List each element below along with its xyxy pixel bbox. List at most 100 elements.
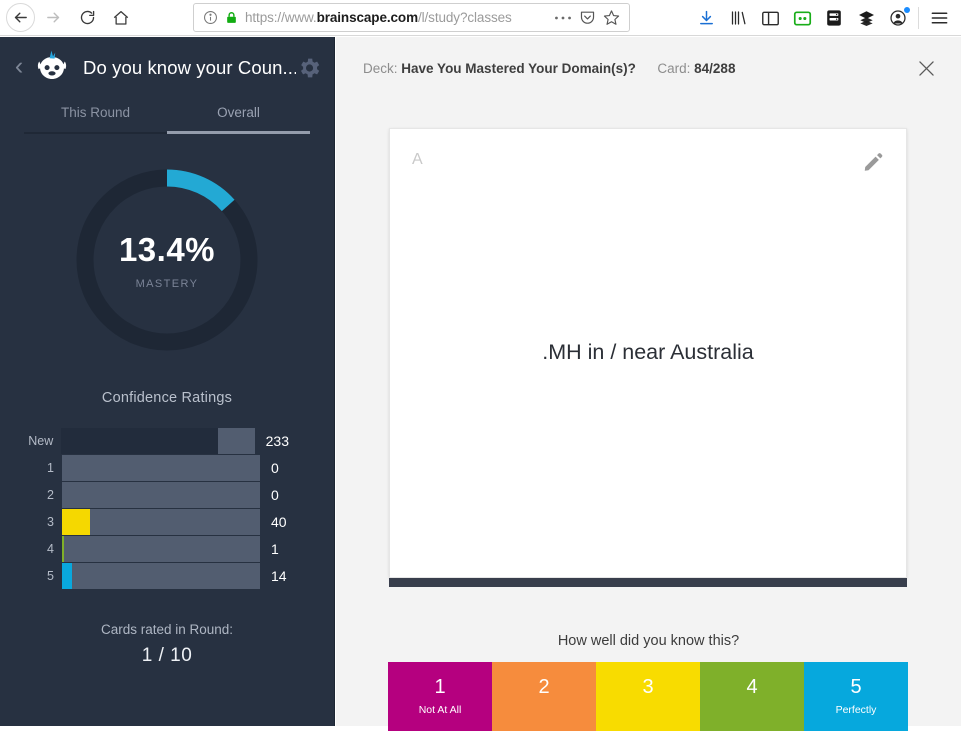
deck-info: Deck: Have You Mastered Your Domain(s)? …	[363, 61, 913, 76]
gear-icon[interactable]	[296, 55, 322, 81]
card-position: 84/288	[694, 61, 736, 76]
forward-button[interactable]	[37, 3, 69, 33]
rating-button-3[interactable]: 3	[596, 662, 700, 731]
tab-overall[interactable]: Overall	[167, 105, 310, 134]
confidence-row-bar-fill	[62, 563, 72, 589]
flashcard[interactable]: A .MH in / near Australia	[389, 128, 907, 578]
tab-this-round[interactable]: This Round	[24, 105, 167, 134]
sidebar-icon[interactable]	[754, 3, 786, 33]
flashcard-stack-base	[389, 578, 907, 587]
rating-button-4[interactable]: 4	[700, 662, 804, 731]
rating-button-5[interactable]: 5 Perfectly	[804, 662, 908, 731]
confidence-row: 41	[22, 536, 289, 562]
confidence-row-label: 3	[47, 515, 54, 529]
account-notification-dot	[904, 7, 910, 13]
back-arrow-icon	[14, 12, 27, 23]
download-icon[interactable]	[690, 3, 722, 33]
home-icon	[113, 10, 129, 25]
confidence-row-bar	[62, 455, 260, 481]
account-icon[interactable]	[882, 3, 914, 33]
sidebar-header: ‹ Do you know your Coun...	[0, 37, 334, 99]
home-button[interactable]	[105, 3, 137, 33]
reload-button[interactable]	[71, 3, 103, 33]
study-main-panel: Deck: Have You Mastered Your Domain(s)? …	[336, 37, 961, 731]
cards-rated-section: Cards rated in Round: 1 / 10	[0, 622, 334, 667]
rating-prompt: How well did you know this?	[557, 633, 740, 649]
confidence-row: 3 40	[22, 509, 289, 535]
study-header: Deck: Have You Mastered Your Domain(s)? …	[336, 37, 961, 100]
mastery-percent: 13.4%	[118, 230, 216, 268]
rating-button-number: 5	[850, 676, 862, 698]
mastery-center-label: 13.4% MASTERY	[69, 162, 265, 358]
sidebar-back-button[interactable]: ‹	[6, 54, 32, 79]
brainscape-logo-icon	[32, 48, 72, 88]
confidence-row-bar	[61, 428, 255, 454]
close-icon[interactable]	[913, 56, 939, 82]
confidence-row-value: 0	[271, 487, 279, 503]
confidence-row-value: 0	[271, 460, 279, 476]
confidence-row-bar-fill	[61, 428, 218, 454]
class-title: Do you know your Coun...	[83, 57, 296, 78]
deck-name: Have You Mastered Your Domain(s)?	[401, 61, 636, 76]
ellipsis-icon[interactable]	[554, 15, 572, 21]
rating-button-2[interactable]: 2	[492, 662, 596, 731]
url-domain: brainscape.com	[316, 10, 419, 25]
rating-button-caption: Not At All	[418, 704, 462, 716]
confidence-row-value: 233	[265, 433, 289, 449]
confidence-row: 5 14	[22, 563, 289, 589]
confidence-row-label: 1	[47, 461, 54, 475]
confidence-row-label: New	[28, 434, 54, 448]
url-text[interactable]: https://www.brainscape.com/l/study?class…	[245, 10, 547, 25]
server-extension-icon[interactable]	[818, 3, 850, 33]
rating-button-1[interactable]: 1 Not At All	[388, 662, 492, 731]
reload-icon	[80, 10, 94, 25]
confidence-row-bar	[62, 536, 260, 562]
browser-toolbar-icons	[690, 0, 961, 36]
confidence-row-label: 4	[47, 542, 54, 556]
confidence-row-value: 1	[271, 541, 279, 557]
confidence-row-bar-fill	[62, 509, 90, 535]
confidence-row: 20	[22, 482, 289, 508]
deck-prefix-label: Deck:	[363, 61, 398, 76]
cards-rated-caption: Cards rated in Round:	[100, 622, 234, 637]
robot-extension-icon[interactable]	[786, 3, 818, 33]
confidence-row-bar	[62, 482, 260, 508]
mastery-donut-chart: 13.4% MASTERY	[69, 162, 265, 358]
rating-button-number: 1	[434, 676, 446, 698]
cards-rated-count: 1 / 10	[141, 645, 193, 666]
toolbar-divider	[918, 7, 919, 29]
rating-button-caption: Perfectly	[835, 704, 877, 716]
page-info-icon[interactable]	[203, 10, 218, 25]
forward-arrow-icon	[46, 12, 59, 23]
address-bar[interactable]: https://www.brainscape.com/l/study?class…	[193, 3, 630, 32]
confidence-row-label: 5	[47, 569, 54, 583]
padlock-icon	[225, 10, 238, 25]
flashcard-body: .MH in / near Australia	[390, 129, 906, 577]
confidence-ratings-title: Confidence Ratings	[101, 390, 233, 406]
rating-button-number: 3	[642, 676, 654, 698]
library-icon[interactable]	[722, 3, 754, 33]
layers-extension-icon[interactable]	[850, 3, 882, 33]
url-path: /l/study?classes	[417, 10, 512, 25]
confidence-row-bar-fill	[62, 536, 64, 562]
confidence-row-value: 40	[271, 514, 287, 530]
confidence-ratings-list: New 233 1 0 2 0 3 40 4 1 5 14	[0, 428, 334, 589]
back-button[interactable]	[6, 3, 35, 32]
rating-button-number: 4	[746, 676, 758, 698]
confidence-row-bar	[62, 563, 260, 589]
confidence-row: New 233	[22, 428, 289, 454]
confidence-row-value: 14	[271, 568, 287, 584]
confidence-rating-buttons: 1 Not At All 2 3 4 5 Perfectly	[388, 662, 908, 731]
flashcard-text: .MH in / near Australia	[542, 340, 754, 365]
confidence-row-label: 2	[47, 488, 54, 502]
card-prefix-label: Card:	[657, 61, 691, 76]
confidence-row: 10	[22, 455, 289, 481]
mastery-caption: MASTERY	[135, 277, 199, 290]
menu-icon[interactable]	[923, 3, 955, 33]
star-icon[interactable]	[603, 9, 620, 26]
stats-tabs: This Round Overall	[24, 105, 310, 134]
url-scheme: https://www.	[245, 10, 317, 25]
pocket-icon[interactable]	[579, 9, 596, 26]
rating-button-number: 2	[538, 676, 550, 698]
browser-toolbar: https://www.brainscape.com/l/study?class…	[0, 0, 961, 36]
